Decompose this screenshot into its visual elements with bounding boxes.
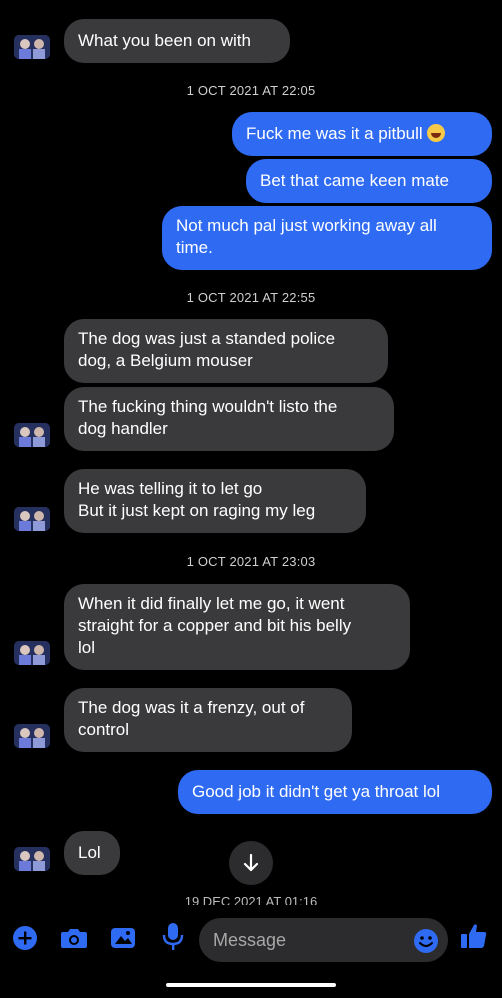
- message-text: control: [78, 720, 130, 739]
- timestamp: 1 OCT 2021 AT 23:03: [186, 554, 316, 569]
- microphone-icon[interactable]: [162, 922, 184, 952]
- contact-avatar[interactable]: [14, 423, 50, 447]
- message-text: When it did finally let me go, it went: [78, 594, 345, 613]
- message-text: The dog was just a standed police: [78, 329, 336, 348]
- message-text: Not much pal just working away all: [176, 216, 437, 235]
- message-text: dog, a Belgium mouser: [78, 351, 253, 370]
- laughing-emoji-icon: [426, 124, 445, 142]
- camera-icon[interactable]: [60, 926, 88, 950]
- message-text: Lol: [78, 843, 101, 862]
- image-icon[interactable]: [110, 926, 136, 950]
- message-text: Bet that came keen mate: [260, 171, 449, 190]
- message-text: The fucking thing wouldn't listo the: [78, 397, 338, 416]
- message-text: time.: [176, 238, 213, 257]
- incoming-message[interactable]: The dog was it a frenzy, out of control: [64, 688, 352, 752]
- outgoing-message[interactable]: Not much pal just working away all time.: [162, 206, 492, 270]
- message-text: But it just kept on raging my leg: [78, 501, 316, 520]
- message-text: He was telling it to let go: [78, 479, 263, 498]
- message-text: What you been on with: [78, 31, 251, 50]
- contact-avatar[interactable]: [14, 35, 50, 59]
- plus-icon[interactable]: [12, 925, 38, 951]
- message-input[interactable]: Message: [199, 918, 448, 962]
- incoming-message[interactable]: When it did finally let me go, it went s…: [64, 584, 410, 670]
- incoming-message[interactable]: Lol: [64, 831, 120, 875]
- message-text: Fuck me was it a pitbull: [246, 124, 423, 143]
- timestamp: 1 OCT 2021 AT 22:55: [186, 290, 316, 305]
- emoji-icon[interactable]: [413, 928, 439, 954]
- message-text: dog handler: [78, 419, 168, 438]
- message-text: straight for a copper and bit his belly: [78, 616, 352, 635]
- home-indicator[interactable]: [166, 983, 336, 987]
- message-text: lol: [78, 638, 96, 657]
- arrow-down-icon: [243, 853, 259, 872]
- outgoing-message[interactable]: Good job it didn't get ya throat lol: [178, 770, 492, 814]
- outgoing-message[interactable]: Bet that came keen mate: [246, 159, 492, 203]
- message-placeholder: Message: [213, 930, 287, 950]
- contact-avatar[interactable]: [14, 847, 50, 871]
- incoming-message[interactable]: He was telling it to let go But it just …: [64, 469, 366, 533]
- incoming-message[interactable]: The fucking thing wouldn't listo the dog…: [64, 387, 394, 451]
- scroll-to-bottom-button[interactable]: [229, 841, 273, 885]
- incoming-message[interactable]: What you been on with: [64, 19, 290, 63]
- incoming-message[interactable]: The dog was just a standed police dog, a…: [64, 319, 388, 383]
- timestamp: 1 OCT 2021 AT 22:05: [186, 83, 316, 98]
- thumbs-up-icon[interactable]: [460, 922, 488, 950]
- contact-avatar[interactable]: [14, 507, 50, 531]
- contact-avatar[interactable]: [14, 641, 50, 665]
- outgoing-message[interactable]: Fuck me was it a pitbull: [232, 112, 492, 156]
- message-text: The dog was it a frenzy, out of: [78, 698, 305, 717]
- contact-avatar[interactable]: [14, 724, 50, 748]
- message-text: Good job it didn't get ya throat lol: [192, 782, 441, 801]
